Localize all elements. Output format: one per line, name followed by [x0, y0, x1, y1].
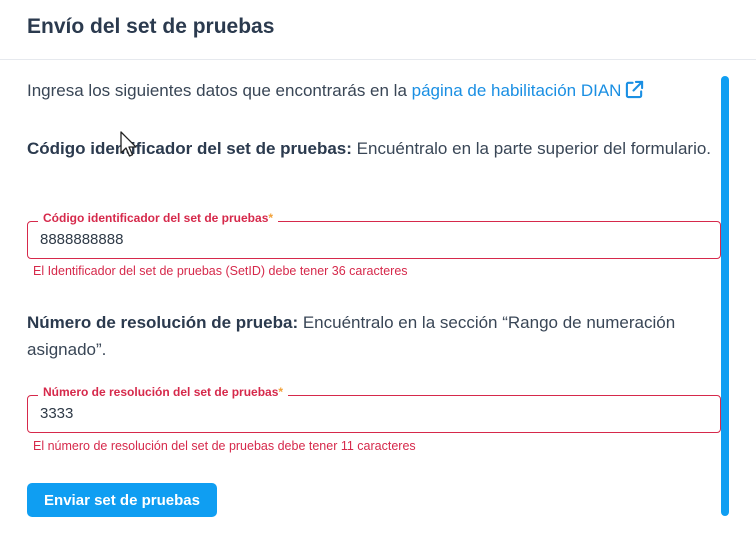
- mouse-pointer-icon: [120, 131, 137, 157]
- resolution-error: El número de resolución del set de prueb…: [33, 439, 416, 453]
- submit-test-set-button[interactable]: Enviar set de pruebas: [27, 483, 217, 517]
- intro-text: Ingresa los siguientes datos que encontr…: [27, 80, 644, 101]
- set-id-field-label-text: Código identificador del set de pruebas: [43, 211, 269, 225]
- send-test-set-panel: Envío del set de pruebas Ingresa los sig…: [0, 0, 756, 548]
- resolution-field-label-text: Número de resolución del set de pruebas: [43, 385, 279, 399]
- intro-text-label: Ingresa los siguientes datos que encontr…: [27, 81, 412, 100]
- set-id-instructions-title: Código identificador del set de pruebas:: [27, 139, 352, 158]
- set-id-instructions-body: Encuéntralo en la parte superior del for…: [351, 139, 712, 158]
- resolution-field-label: Número de resolución del set de pruebas*: [38, 385, 289, 399]
- resolution-instructions: Número de resolución de prueba: Encuéntr…: [27, 309, 721, 363]
- panel-header: Envío del set de pruebas: [0, 0, 756, 60]
- required-mark: *: [278, 385, 284, 399]
- set-id-input[interactable]: [40, 231, 700, 248]
- dian-enablement-link[interactable]: página de habilitación DIAN: [411, 80, 645, 100]
- set-id-error: El Identificador del set de pruebas (Set…: [33, 264, 408, 278]
- dian-enablement-link-label: página de habilitación DIAN: [411, 81, 622, 100]
- required-mark: *: [268, 211, 274, 225]
- set-id-field[interactable]: Código identificador del set de pruebas*: [27, 211, 721, 259]
- resolution-instructions-title: Número de resolución de prueba:: [27, 313, 299, 332]
- external-link-icon: [626, 80, 644, 99]
- resolution-input[interactable]: [40, 405, 700, 422]
- page-title: Envío del set de pruebas: [27, 15, 275, 38]
- set-id-field-label: Código identificador del set de pruebas*: [38, 211, 279, 225]
- resolution-field[interactable]: Número de resolución del set de pruebas*: [27, 385, 721, 433]
- scrollbar-thumb[interactable]: [721, 76, 729, 516]
